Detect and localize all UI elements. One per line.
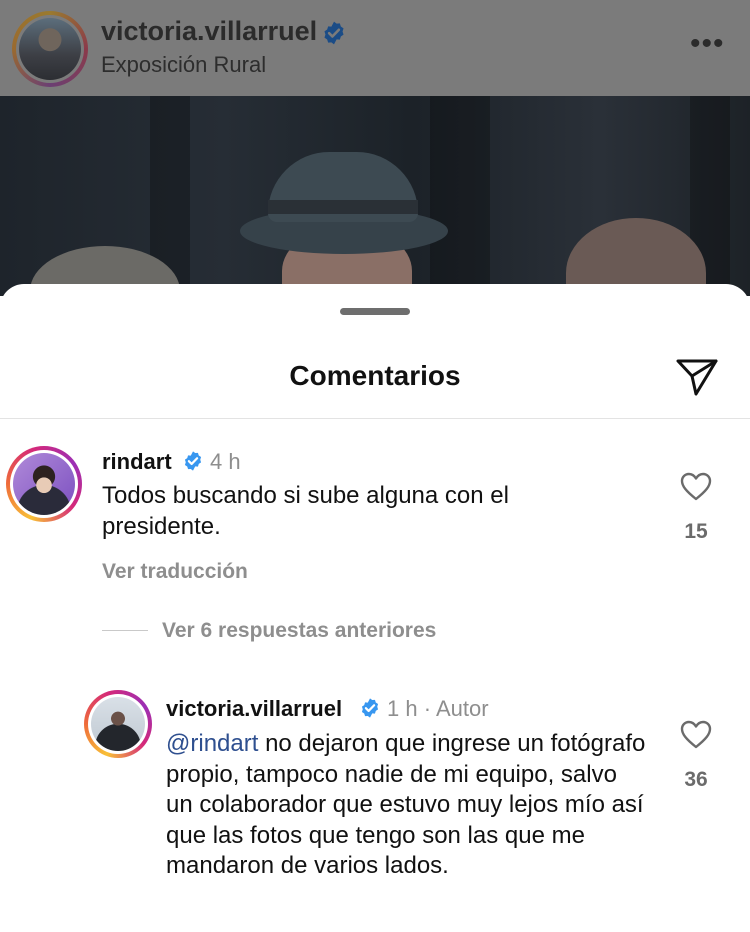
translate-link[interactable]: Ver traducción xyxy=(102,560,248,584)
more-horizontal-icon[interactable]: ••• xyxy=(690,29,725,59)
comments-sheet: Comentarios rindart 4 h Todos buscando s… xyxy=(0,284,750,932)
reply-text: @rindart no dejaron que ingrese un fotóg… xyxy=(166,729,646,882)
post-username[interactable]: victoria.villarruel xyxy=(101,16,317,47)
comment-time: 4 h xyxy=(210,449,241,474)
like-count: 36 xyxy=(684,768,708,791)
sheet-drag-handle[interactable] xyxy=(340,308,410,315)
author-label: Autor xyxy=(435,696,489,721)
sheet-divider xyxy=(0,418,750,419)
reply-author-avatar[interactable] xyxy=(84,690,152,758)
post-image xyxy=(0,96,750,296)
reply-username[interactable]: victoria.villarruel xyxy=(166,696,342,722)
heart-icon[interactable] xyxy=(680,472,712,502)
reply-time: 1 h · Autor xyxy=(387,696,489,721)
post-header: victoria.villarruel Exposición Rural ••• xyxy=(0,0,750,96)
comment-text: Todos buscando si sube alguna con el pre… xyxy=(102,482,509,540)
post-author-avatar[interactable] xyxy=(12,11,88,87)
comment-username[interactable]: rindart xyxy=(102,449,172,475)
replies-divider xyxy=(102,630,148,631)
mention-link[interactable]: @rindart xyxy=(166,730,258,757)
view-replies-button[interactable]: Ver 6 respuestas anteriores xyxy=(162,619,436,643)
paper-plane-icon[interactable] xyxy=(674,356,720,398)
post-location[interactable]: Exposición Rural xyxy=(101,52,266,78)
verified-badge-icon xyxy=(324,21,344,45)
verified-badge-icon xyxy=(361,698,379,718)
verified-badge-icon xyxy=(184,451,202,471)
like-count: 15 xyxy=(684,520,708,543)
sheet-title: Comentarios xyxy=(289,360,461,391)
commenter-avatar[interactable] xyxy=(6,446,82,522)
heart-icon[interactable] xyxy=(680,720,712,750)
